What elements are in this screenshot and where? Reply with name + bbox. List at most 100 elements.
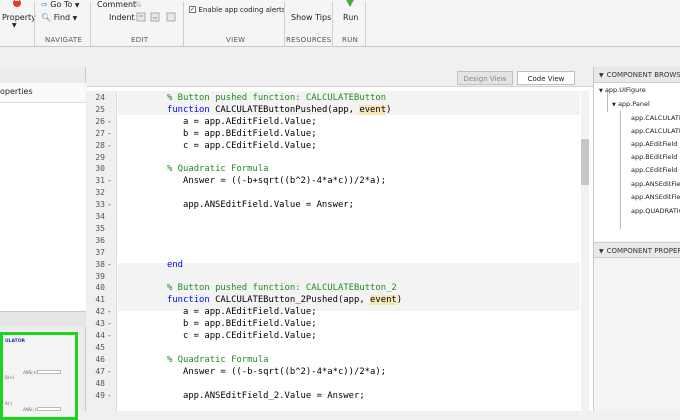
component-tree: ▼ app.UIFigure ▼ app.Panel app.CALCULATE… bbox=[594, 83, 680, 241]
indent-button[interactable]: Indent bbox=[109, 13, 135, 22]
chevron-down-icon[interactable]: ▼ bbox=[12, 22, 17, 29]
line-number: 36 bbox=[95, 235, 105, 245]
section-divider bbox=[332, 2, 333, 46]
code-line[interactable]: app.ANSEditField_2.Value = Answer; bbox=[183, 391, 365, 401]
code-line[interactable]: % Quadratic Formula bbox=[167, 164, 269, 174]
preview-title: ULATOR bbox=[5, 339, 26, 344]
code-line[interactable]: app.ANSEditField.Value = Answer; bbox=[183, 200, 354, 210]
code-editor: Design View Code View 24 25 26-27-28-29 30 3… bbox=[87, 67, 593, 411]
tree-item-panel[interactable]: ▼ app.Panel bbox=[612, 100, 650, 108]
run-icon[interactable] bbox=[343, 0, 357, 10]
tree-item-calculatebutton-2[interactable]: app.CALCULATEButton_2 bbox=[631, 127, 680, 135]
uncomment-icon[interactable]: % bbox=[134, 0, 142, 9]
tree-item-quadratic[interactable]: app.QUADRATIC bbox=[631, 207, 680, 215]
section-label-view: VIEW bbox=[226, 36, 246, 44]
breakpoint-marker[interactable]: - bbox=[107, 260, 112, 269]
smart-indent-icon[interactable] bbox=[136, 12, 146, 24]
search-icon: 🔍︎ bbox=[41, 13, 52, 22]
add-property-icon[interactable] bbox=[8, 0, 22, 10]
code-line[interactable]: % Button pushed function: CALCULATEButto… bbox=[167, 93, 386, 103]
code-line[interactable]: c = app.CEditField.Value; bbox=[183, 331, 317, 341]
section-divider bbox=[365, 2, 366, 46]
function-signature: CALCULATEButtonPushed(app, bbox=[209, 104, 360, 115]
code-line[interactable]: b = app.BEditField.Value; bbox=[183, 319, 317, 329]
code-line[interactable]: % Button pushed function: CALCULATEButto… bbox=[167, 283, 397, 293]
decrease-indent-icon[interactable] bbox=[166, 12, 176, 24]
expand-triangle-icon: ▼ bbox=[599, 88, 603, 94]
keyword: function bbox=[167, 104, 210, 115]
code-line[interactable]: a = app.AEditField.Value; bbox=[183, 307, 317, 317]
section-label-run: RUN bbox=[342, 36, 359, 44]
breakpoint-marker[interactable]: - bbox=[107, 367, 112, 376]
line-number: 42 bbox=[95, 307, 105, 317]
code-line[interactable]: a = app.AEditField.Value; bbox=[183, 117, 317, 127]
collapse-triangle-icon: ▼ bbox=[599, 72, 604, 79]
preview-ans-minus-label: ANS(-): bbox=[23, 407, 38, 412]
find-button[interactable]: 🔍︎ Find ▼ bbox=[41, 13, 77, 22]
section-divider bbox=[90, 2, 91, 46]
section-label-navigate: NAVIGATE bbox=[45, 36, 83, 44]
line-number: 35 bbox=[95, 223, 105, 233]
code-line[interactable]: function CALCULATEButtonPushed(app, even… bbox=[167, 104, 391, 115]
line-number: 32 bbox=[95, 188, 105, 198]
enable-alerts-checkbox[interactable]: ✓ Enable app coding alerts bbox=[189, 5, 285, 14]
section-label-resources: RESOURCES bbox=[286, 36, 332, 44]
line-number: 30 bbox=[95, 164, 105, 174]
run-button[interactable]: Run bbox=[343, 13, 358, 22]
property-button[interactable]: Property bbox=[2, 13, 36, 22]
tree-line bbox=[607, 92, 608, 112]
tree-item-uifigure[interactable]: ▼ app.UIFigure bbox=[599, 86, 646, 94]
code-line[interactable]: c = app.CEditField.Value; bbox=[183, 141, 317, 151]
breakpoint-marker[interactable]: - bbox=[107, 319, 112, 328]
tab-code-view[interactable]: Code View bbox=[517, 71, 575, 85]
tree-item-beditfield[interactable]: app.BEditField bbox=[631, 153, 677, 161]
component-browser-header[interactable]: ▼COMPONENT BROWSER bbox=[594, 67, 680, 83]
tree-item-anseditfield[interactable]: app.ANSEditField bbox=[631, 180, 680, 188]
line-number: 48 bbox=[95, 378, 105, 388]
line-number: 43 bbox=[95, 319, 105, 329]
line-number: 39 bbox=[95, 271, 105, 281]
code-line[interactable]: b = app.BEditField.Value; bbox=[183, 129, 317, 139]
show-tips-button[interactable]: Show Tips bbox=[291, 13, 331, 22]
goto-button[interactable]: ⇨ Go To ▼ bbox=[41, 0, 79, 9]
comment-button[interactable]: Comment bbox=[97, 0, 136, 9]
line-number: 27 bbox=[95, 128, 105, 138]
scrollbar-thumb[interactable] bbox=[581, 139, 589, 185]
view-tabs: Design View Code View bbox=[87, 67, 593, 87]
keyword: function bbox=[167, 295, 210, 306]
breakpoint-marker[interactable]: - bbox=[107, 331, 112, 340]
properties-row[interactable]: operties bbox=[0, 83, 86, 103]
code-line[interactable]: function CALCULATEButton_2Pushed(app, ev… bbox=[167, 295, 403, 306]
goto-icon: ⇨ bbox=[41, 0, 48, 9]
tree-item-calculatebutton[interactable]: app.CALCULATEButton bbox=[631, 114, 680, 122]
line-number: 24 bbox=[95, 93, 105, 102]
breakpoint-marker[interactable]: - bbox=[107, 117, 112, 126]
line-number: 44 bbox=[95, 331, 105, 340]
tree-item-ceditfield[interactable]: app.CEditField bbox=[631, 166, 677, 174]
section-divider bbox=[34, 2, 35, 46]
line-number: 31 bbox=[95, 176, 105, 186]
tree-item-aeditfield[interactable]: app.AEditField bbox=[631, 140, 677, 148]
tree-line bbox=[620, 111, 621, 229]
code-line[interactable]: Answer = ((-b+sqrt((b^2)-4*a*c))/2*a); bbox=[183, 176, 386, 186]
function-signature: CALCULATEButton_2Pushed(app, bbox=[209, 295, 371, 306]
function-signature-end: ) bbox=[396, 295, 403, 306]
code-line[interactable]: Answer = ((-b-sqrt((b^2)-4*a*c))/2*a); bbox=[183, 367, 386, 377]
line-number: 46 bbox=[95, 354, 105, 364]
code-line[interactable]: % Quadratic Formula bbox=[167, 355, 269, 365]
left-panel: operties ULATOR B(+) A(-) ANS(+): ANS(-)… bbox=[0, 67, 86, 420]
section-divider bbox=[284, 2, 285, 46]
breakpoint-marker[interactable]: - bbox=[107, 176, 112, 185]
breakpoint-marker[interactable]: - bbox=[107, 200, 112, 209]
tree-item-anseditfield-2[interactable]: app.ANSEditField_2 bbox=[631, 193, 680, 201]
app-preview-thumbnail[interactable]: ULATOR B(+) A(-) ANS(+): ANS(-): bbox=[0, 332, 78, 420]
collapse-triangle-icon: ▼ bbox=[599, 248, 604, 255]
breakpoint-marker[interactable]: - bbox=[107, 391, 112, 400]
breakpoint-marker[interactable]: - bbox=[107, 141, 112, 150]
increase-indent-icon[interactable] bbox=[150, 12, 160, 24]
breakpoint-marker[interactable]: - bbox=[107, 129, 112, 138]
breakpoint-marker[interactable]: - bbox=[107, 307, 112, 316]
code-line[interactable]: end bbox=[167, 260, 183, 270]
component-properties-header[interactable]: ▼COMPONENT PROPERTIES bbox=[594, 242, 680, 258]
tab-design-view[interactable]: Design View bbox=[457, 71, 513, 85]
